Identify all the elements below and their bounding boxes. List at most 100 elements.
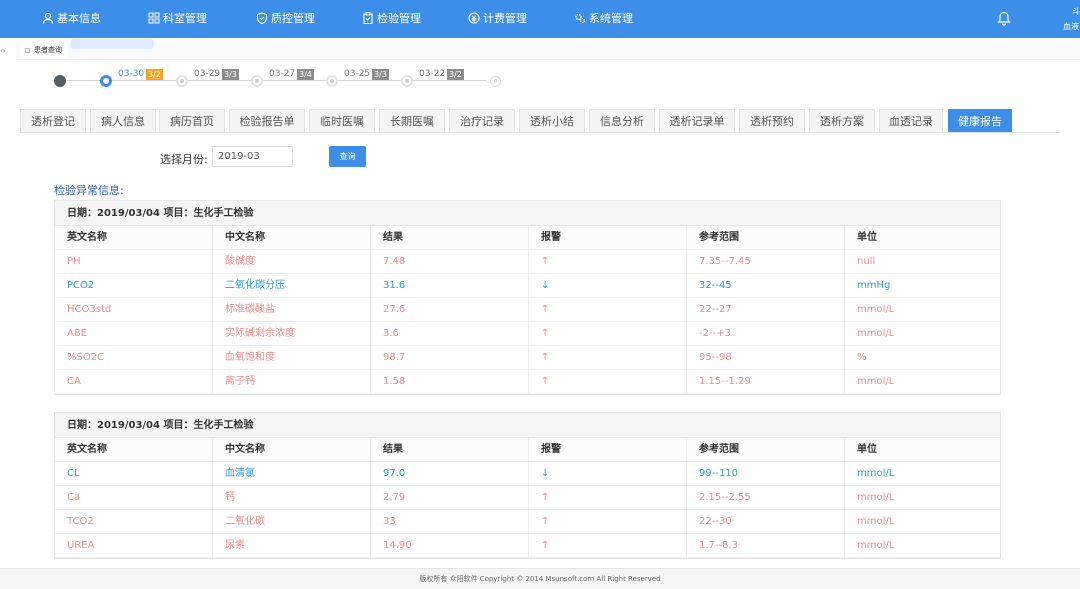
tab-long-term-orders[interactable]: 长期医嘱 (379, 109, 445, 133)
cell-unit: mmol/L (844, 322, 1002, 346)
timeline-date[interactable]: 03-30 (118, 69, 144, 79)
query-button[interactable]: 查询 (329, 146, 366, 167)
tab-temporary-orders[interactable]: 临时医嘱 (309, 109, 375, 133)
timeline-date[interactable]: 03-27 (269, 69, 295, 79)
timeline-count-badge: 3/2 (146, 69, 163, 80)
shield-icon (256, 12, 268, 24)
cell-en-name: ABE (67, 328, 88, 339)
table-caption: 日期：2019/03/04 项目：生化手工检验 (55, 201, 1000, 226)
table-row: CL 血清氯 97.0 ↓ 99--110 mmol/L (55, 462, 1000, 486)
tab-info-analysis[interactable]: 信息分析 (589, 109, 655, 133)
month-input[interactable]: 2019-03 (212, 146, 293, 167)
breadcrumb-label: 患者查询 (34, 46, 62, 54)
col-header-cn-name: 中文名称 (212, 226, 370, 250)
currency-icon (468, 12, 480, 24)
nav-item-lab[interactable]: 检验管理 (362, 0, 421, 38)
timeline-count-badge: 3/2 (447, 69, 464, 80)
col-header-cn-name: 中文名称 (212, 438, 370, 462)
tab-health-report[interactable]: 健康报告 (948, 109, 1012, 133)
nav-item-system[interactable]: 系统管理 (574, 0, 633, 38)
breadcrumb-bar (16, 42, 1080, 60)
col-header-range: 参考范围 (686, 438, 844, 462)
tab-lab-report[interactable]: 检验报告单 (229, 109, 305, 133)
cell-range: 32--45 (686, 274, 844, 298)
cell-result: 98.7 (370, 346, 528, 370)
nav-label: 系统管理 (589, 12, 633, 25)
tab-medical-record-home[interactable]: 病历首页 (159, 109, 225, 133)
table-row: PCO2 二氧化碳分压 31.6 ↓ 32--45 mmHg (55, 274, 1000, 298)
bell-icon[interactable] (997, 11, 1011, 26)
user-icon (42, 12, 54, 24)
tab-dialysis-plan[interactable]: 透析方案 (809, 109, 875, 133)
tab-dialysis-summary[interactable]: 透析小结 (519, 109, 585, 133)
tab-marker-icon (25, 48, 30, 53)
timeline-node[interactable] (401, 75, 413, 87)
cell-result: 3.6 (370, 322, 528, 346)
cell-result: 1.58 (370, 370, 528, 394)
tab-dialysis-register[interactable]: 透析登记 (20, 109, 86, 133)
col-header-en-name: 英文名称 (67, 232, 107, 243)
cell-cn-name: 离子钙 (212, 370, 370, 394)
timeline-node[interactable] (176, 75, 188, 87)
cell-result: 27.6 (370, 298, 528, 322)
timeline-date[interactable]: 03-29 (194, 69, 220, 79)
table-row: HCO3std 标准碳酸盐 27.6 ↑ 22--27 mmol/L (55, 298, 1000, 322)
nav-label: 科室管理 (163, 12, 207, 25)
col-header-alarm: 报警 (528, 438, 686, 462)
cell-range: 22--27 (686, 298, 844, 322)
nav-item-department[interactable]: 科室管理 (148, 0, 207, 38)
cell-alarm-arrow-icon: ↓ (528, 274, 686, 298)
nav-item-quality-control[interactable]: 质控管理 (256, 0, 315, 38)
cell-cn-name: 二氧化碳 (212, 510, 370, 534)
timeline-start-dot (54, 75, 66, 87)
cell-range: 2.15--2.55 (686, 486, 844, 510)
nav-label: 计费管理 (483, 12, 527, 25)
cell-cn-name: 实际碱剩余浓度 (212, 322, 370, 346)
cell-result: 7.48 (370, 250, 528, 274)
table-caption: 日期：2019/03/04 项目：生化手工检验 (55, 413, 1000, 438)
sidebar-toggle[interactable]: ‹› (0, 47, 6, 55)
cell-range: 1.7--8.3 (686, 534, 844, 558)
timeline-count-badge: 3/3 (222, 69, 239, 80)
cell-range: 7.35--7.45 (686, 250, 844, 274)
col-header-result: 结果 (370, 226, 528, 250)
nav-item-basic-info[interactable]: 基本信息 (42, 0, 101, 38)
tab-dialysis-record-sheet[interactable]: 透析记录单 (659, 109, 735, 133)
cell-en-name: Ca (67, 492, 81, 503)
nav-label: 检验管理 (377, 12, 421, 25)
table-row: CA 离子钙 1.58 ↑ 1.15--1.29 mmol/L (55, 370, 1000, 394)
cell-unit: mmol/L (844, 510, 1002, 534)
col-header-en-name: 英文名称 (67, 444, 107, 455)
timeline-node-active[interactable] (100, 75, 112, 87)
cell-cn-name: 尿素 (212, 534, 370, 558)
cell-alarm-arrow-icon: ↑ (528, 510, 686, 534)
cell-range: 1.15--1.29 (686, 370, 844, 394)
top-nav-bar: 基本信息 科室管理 质控管理 检验管理 计费管理 系统管理 斗 血液 (0, 0, 1080, 38)
tab-hemodialysis-record[interactable]: 血透记录 (879, 109, 943, 133)
timeline-node[interactable] (251, 75, 263, 87)
abnormal-results-table: 日期：2019/03/04 项目：生化手工检验 英文名称 中文名称 结果 报警 … (54, 412, 1001, 559)
table-row: ABE 实际碱剩余浓度 3.6 ↑ -2--+3 mmol/L (55, 322, 1000, 346)
cell-en-name: CA (67, 376, 81, 387)
tab-dialysis-appointment[interactable]: 透析预约 (739, 109, 805, 133)
timeline-date[interactable]: 03-25 (344, 69, 370, 79)
timeline-next-icon[interactable]: » (490, 76, 501, 87)
tab-patient-info[interactable]: 病人信息 (90, 109, 156, 133)
user-name-fragment[interactable]: 斗 (1072, 6, 1080, 17)
cell-en-name: TCO2 (67, 516, 94, 527)
nav-label: 基本信息 (57, 12, 101, 25)
month-label: 选择月份: (160, 153, 208, 166)
tab-treatment-record[interactable]: 治疗记录 (449, 109, 515, 133)
cell-cn-name: 标准碳酸盐 (212, 298, 370, 322)
cell-result: 31.6 (370, 274, 528, 298)
breadcrumb-tab-patient-query[interactable]: 患者查询 (20, 42, 68, 59)
nav-item-billing[interactable]: 计费管理 (468, 0, 527, 38)
cell-cn-name: 酸碱度 (212, 250, 370, 274)
tab-divider (20, 132, 1060, 133)
timeline-node[interactable] (326, 75, 338, 87)
cell-en-name: CL (67, 468, 80, 479)
cell-alarm-arrow-icon: ↑ (528, 298, 686, 322)
nav-label: 质控管理 (271, 12, 315, 25)
cell-unit: mmol/L (844, 370, 1002, 394)
timeline-date[interactable]: 03-22 (419, 69, 445, 79)
